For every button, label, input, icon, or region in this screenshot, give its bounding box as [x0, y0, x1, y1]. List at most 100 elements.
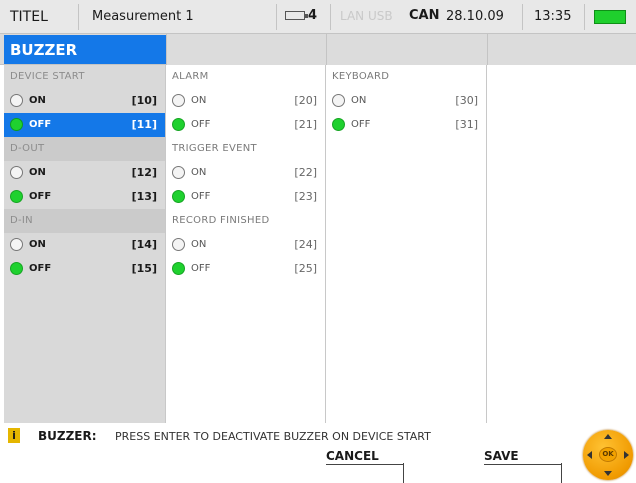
header-cell: [487, 34, 636, 65]
radio-off-icon: [172, 94, 185, 107]
option-keyboard-on[interactable]: ON [30]: [326, 89, 486, 113]
settings-column-3: KEYBOARD ON [30] OFF [31]: [326, 65, 487, 423]
status-divider: [330, 4, 331, 30]
section-title-d-out: D-OUT: [4, 137, 165, 161]
status-divider: [78, 4, 79, 30]
section-title-keyboard: KEYBOARD: [332, 71, 390, 82]
info-icon: i: [8, 428, 20, 443]
option-code: [30]: [455, 94, 478, 107]
section-record-finished: RECORD FINISHED ON [24] OFF [25]: [166, 209, 325, 281]
radio-off-icon: [10, 238, 23, 251]
option-code: [23]: [294, 190, 317, 203]
section-title-alarm: ALARM: [172, 71, 209, 82]
option-alarm-off[interactable]: OFF [21]: [166, 113, 325, 137]
option-code: [25]: [294, 262, 317, 275]
settings-column-4: [487, 65, 636, 423]
radio-on-icon: [10, 262, 23, 275]
radio-off-icon: [10, 166, 23, 179]
radio-off-icon: [172, 166, 185, 179]
arrow-left-icon[interactable]: [587, 451, 592, 459]
option-trigger-event-on[interactable]: ON [22]: [166, 161, 325, 185]
ok-jog-dial[interactable]: OK: [583, 430, 633, 480]
softkey-marker: [403, 463, 404, 483]
option-label: ON: [351, 95, 367, 106]
option-d-out-off[interactable]: OFF [13]: [4, 185, 165, 209]
header-cell: [166, 34, 327, 65]
option-device-start-on[interactable]: ON [10]: [4, 89, 165, 113]
option-label: OFF: [29, 119, 52, 130]
option-trigger-event-off[interactable]: OFF [23]: [166, 185, 325, 209]
radio-off-icon: [172, 238, 185, 251]
section-title-record-finished: RECORD FINISHED: [172, 215, 270, 226]
option-d-in-off[interactable]: OFF [15]: [4, 257, 165, 281]
option-code: [11]: [131, 118, 157, 131]
battery-pack-count: 4: [308, 8, 318, 23]
option-code: [31]: [455, 118, 478, 131]
status-divider: [276, 4, 277, 30]
can-indicator: CAN: [409, 8, 440, 23]
section-trigger-event: TRIGGER EVENT ON [22] OFF [23]: [166, 137, 325, 209]
option-keyboard-off[interactable]: OFF [31]: [326, 113, 486, 137]
battery-pack-icon: [285, 11, 308, 20]
arrow-right-icon[interactable]: [624, 451, 629, 459]
section-d-in: D-IN ON [14] OFF [15]: [4, 209, 165, 281]
option-label: ON: [29, 95, 46, 106]
option-label: OFF: [191, 119, 211, 130]
radio-on-icon: [172, 118, 185, 131]
option-code: [21]: [294, 118, 317, 131]
radio-on-icon: [172, 262, 185, 275]
radio-on-icon: [10, 118, 23, 131]
radio-on-icon: [172, 190, 185, 203]
section-title-trigger-event: TRIGGER EVENT: [172, 143, 257, 154]
option-code: [13]: [131, 190, 157, 203]
option-code: [24]: [294, 238, 317, 251]
measurement-name: Measurement 1: [92, 9, 194, 24]
cancel-button[interactable]: CANCEL: [326, 449, 404, 483]
section-d-out: D-OUT ON [12] OFF [13]: [4, 137, 165, 209]
ok-button[interactable]: OK: [599, 447, 617, 462]
option-code: [15]: [131, 262, 157, 275]
option-code: [20]: [294, 94, 317, 107]
option-label: OFF: [191, 263, 211, 274]
option-record-finished-off[interactable]: OFF [25]: [166, 257, 325, 281]
option-label: OFF: [29, 191, 52, 202]
option-label: ON: [29, 167, 46, 178]
status-bar: TITEL Measurement 1 4 LAN USB CAN 28.10.…: [0, 0, 636, 34]
option-label: ON: [29, 239, 46, 250]
save-label: SAVE: [484, 449, 562, 465]
radio-off-icon: [332, 94, 345, 107]
option-label: ON: [191, 95, 207, 106]
option-d-in-on[interactable]: ON [14]: [4, 233, 165, 257]
status-divider: [584, 4, 585, 30]
settings-column-1: DEVICE START ON [10] OFF [11] D-OUT ON […: [4, 65, 166, 423]
option-device-start-off[interactable]: OFF [11]: [4, 113, 165, 137]
softkey-marker: [561, 463, 562, 483]
radio-off-icon: [10, 94, 23, 107]
option-label: ON: [191, 239, 207, 250]
hint-title: BUZZER:: [38, 429, 97, 443]
option-d-out-on[interactable]: ON [12]: [4, 161, 165, 185]
section-title-device-start: DEVICE START: [10, 71, 85, 82]
settings-column-2: ALARM ON [20] OFF [21] TRIGGER EVENT ON …: [166, 65, 326, 423]
option-code: [10]: [131, 94, 157, 107]
status-divider: [522, 4, 523, 30]
section-title-d-in: D-IN: [4, 209, 165, 233]
arrow-up-icon[interactable]: [604, 434, 612, 439]
option-record-finished-on[interactable]: ON [24]: [166, 233, 325, 257]
option-code: [22]: [294, 166, 317, 179]
option-alarm-on[interactable]: ON [20]: [166, 89, 325, 113]
hint-text: PRESS ENTER TO DEACTIVATE BUZZER ON DEVI…: [115, 430, 431, 443]
radio-on-icon: [332, 118, 345, 131]
arrow-down-icon[interactable]: [604, 471, 612, 476]
option-label: OFF: [351, 119, 371, 130]
section-keyboard: KEYBOARD ON [30] OFF [31]: [326, 65, 486, 137]
option-code: [14]: [131, 238, 157, 251]
hint-bar: i BUZZER: PRESS ENTER TO DEACTIVATE BUZZ…: [0, 423, 636, 449]
save-button[interactable]: SAVE: [484, 449, 562, 483]
cancel-label: CANCEL: [326, 449, 404, 465]
page-title: BUZZER: [4, 35, 166, 64]
option-label: ON: [191, 167, 207, 178]
section-alarm: ALARM ON [20] OFF [21]: [166, 65, 325, 137]
power-battery-icon: [594, 10, 626, 24]
header-cell: [326, 34, 487, 65]
